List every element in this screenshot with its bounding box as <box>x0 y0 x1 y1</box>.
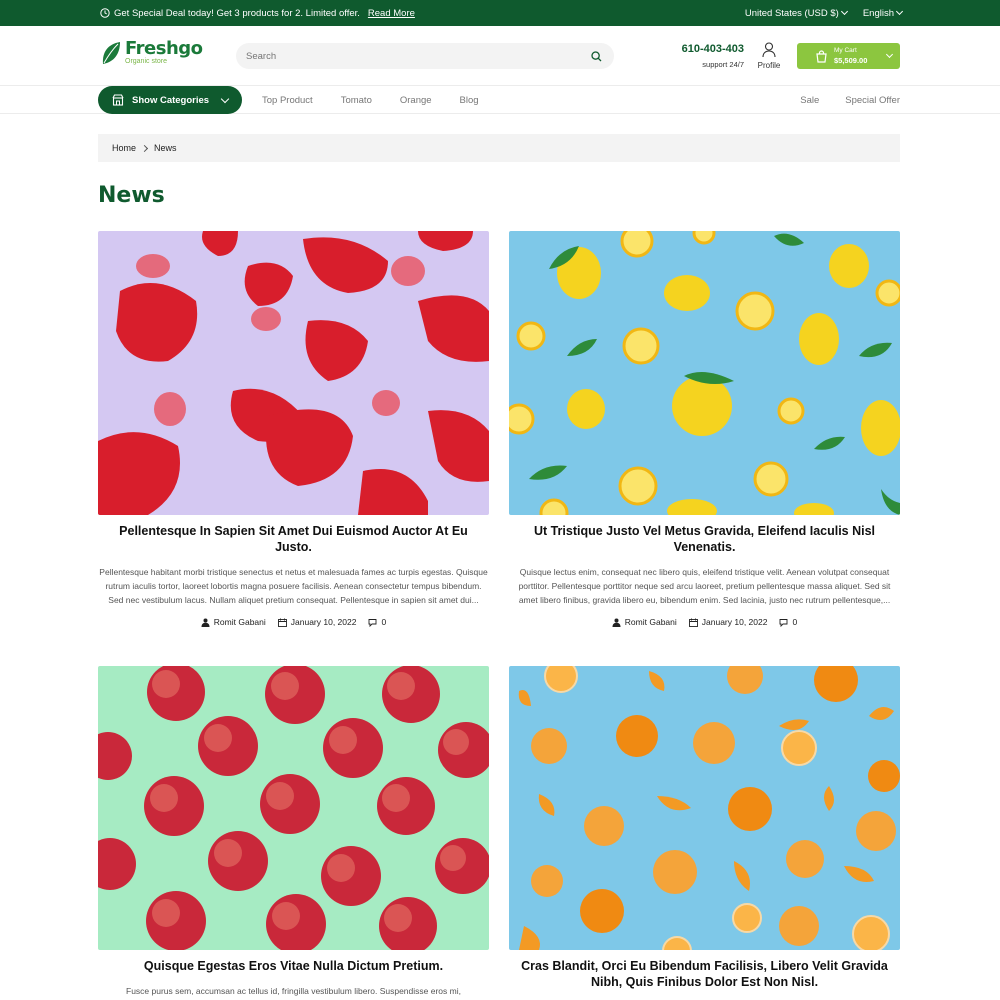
nav-link-special-offer[interactable]: Special Offer <box>845 95 900 106</box>
main-nav: Show Categories Top Product Tomato Orang… <box>0 86 1000 114</box>
nav-link-orange[interactable]: Orange <box>400 95 432 106</box>
post-excerpt: Fusce purus sem, accumsan ac tellus id, … <box>126 986 461 996</box>
post-comments[interactable]: 0 <box>368 617 386 627</box>
post-image[interactable] <box>509 666 900 950</box>
promo-text: Get Special Deal today! Get 3 products f… <box>114 7 360 19</box>
comment-icon <box>369 618 377 627</box>
oranges-image <box>509 666 900 950</box>
brand-tagline: Organic store <box>125 58 168 65</box>
chevron-right-icon <box>140 144 149 152</box>
language-label: English <box>862 7 894 19</box>
post-title[interactable]: Pellentesque In Sapien Sit Amet Dui Euis… <box>98 523 489 555</box>
chevron-down-icon <box>895 7 904 16</box>
search-icon[interactable] <box>591 50 602 62</box>
currency-selector[interactable]: United States (USD $) <box>744 7 848 19</box>
news-card: Pellentesque In Sapien Sit Amet Dui Euis… <box>98 231 489 627</box>
breadcrumb: Home News <box>98 134 900 162</box>
post-date: January 10, 2022 <box>277 617 357 627</box>
post-meta: Romit Gabani January 10, 2022 0 <box>98 617 489 627</box>
page-title: News <box>98 183 165 208</box>
pomegranate-image <box>98 231 489 515</box>
user-icon <box>762 42 776 58</box>
cart-button[interactable]: My Cart $5,509.00 <box>797 43 900 69</box>
post-excerpt: Quisque lectus enim, consequat nec liber… <box>518 567 891 605</box>
language-selector[interactable]: English <box>862 7 904 19</box>
user-icon <box>612 618 621 627</box>
post-excerpt: Pellentesque habitant morbi tristique se… <box>99 567 488 605</box>
brand-name: Freshgo <box>125 38 203 59</box>
news-card: Ut Tristique Justo Vel Metus Gravida, El… <box>509 231 900 627</box>
cart-label: My Cart <box>834 47 857 54</box>
comment-count: 0 <box>792 617 798 627</box>
author-name: Romit Gabani <box>213 617 266 627</box>
phone-number[interactable]: 610-403-403 <box>672 43 744 55</box>
search-input[interactable] <box>246 50 546 62</box>
author-name: Romit Gabani <box>624 617 677 627</box>
search-bar <box>236 43 614 69</box>
leaf-logo-icon <box>102 42 120 64</box>
support-phone: 610-403-403 support 24/7 <box>672 43 744 69</box>
post-author[interactable]: Romit Gabani <box>201 617 266 627</box>
promo-message: Get Special Deal today! Get 3 products f… <box>100 8 415 19</box>
post-image[interactable] <box>98 231 489 515</box>
chevron-down-icon <box>885 50 894 59</box>
post-title[interactable]: Cras Blandit, Orci Eu Bibendum Facilisis… <box>509 958 900 990</box>
logo[interactable]: Freshgo Organic store <box>100 40 203 66</box>
read-more-link[interactable]: Read More <box>368 8 415 19</box>
breadcrumb-current: News <box>154 143 177 153</box>
comment-icon <box>780 618 788 627</box>
post-comments[interactable]: 0 <box>779 617 797 627</box>
news-card: Quisque Egestas Eros Vitae Nulla Dictum … <box>98 666 489 998</box>
cart-amount: $5,509.00 <box>834 56 868 65</box>
promo-bar: Get Special Deal today! Get 3 products f… <box>0 0 1000 26</box>
chevron-down-icon <box>220 94 230 103</box>
profile-label: Profile <box>757 61 781 70</box>
currency-label: United States (USD $) <box>744 7 839 19</box>
date-text: January 10, 2022 <box>290 617 357 627</box>
post-image[interactable] <box>509 231 900 515</box>
calendar-icon <box>688 618 698 627</box>
store-icon <box>112 94 124 106</box>
news-card: Cras Blandit, Orci Eu Bibendum Facilisis… <box>509 666 900 990</box>
calendar-icon <box>277 618 287 627</box>
post-meta: Romit Gabani January 10, 2022 0 <box>509 617 900 627</box>
post-date: January 10, 2022 <box>688 617 768 627</box>
lemons-image <box>509 231 900 515</box>
clock-icon <box>100 8 110 18</box>
categories-label: Show Categories <box>132 94 210 106</box>
nav-link-top-product[interactable]: Top Product <box>262 95 313 106</box>
post-author[interactable]: Romit Gabani <box>612 617 677 627</box>
site-header: Freshgo Organic store 610-403-403 suppor… <box>0 26 1000 86</box>
profile-button[interactable]: Profile <box>753 42 785 70</box>
show-categories-button[interactable]: Show Categories <box>98 86 242 114</box>
chevron-down-icon <box>840 7 848 16</box>
date-text: January 10, 2022 <box>701 617 768 627</box>
post-image[interactable] <box>98 666 489 950</box>
user-icon <box>201 618 210 627</box>
post-title[interactable]: Ut Tristique Justo Vel Metus Gravida, El… <box>509 523 900 555</box>
breadcrumb-home[interactable]: Home <box>112 143 136 153</box>
comment-count: 0 <box>381 617 387 627</box>
nav-link-sale[interactable]: Sale <box>800 95 819 106</box>
nav-link-tomato[interactable]: Tomato <box>341 95 372 106</box>
post-title[interactable]: Quisque Egestas Eros Vitae Nulla Dictum … <box>98 958 489 974</box>
nav-link-blog[interactable]: Blog <box>460 95 479 106</box>
shopping-bag-icon <box>816 49 827 63</box>
support-label: support 24/7 <box>702 60 744 69</box>
apples-image <box>98 666 489 950</box>
